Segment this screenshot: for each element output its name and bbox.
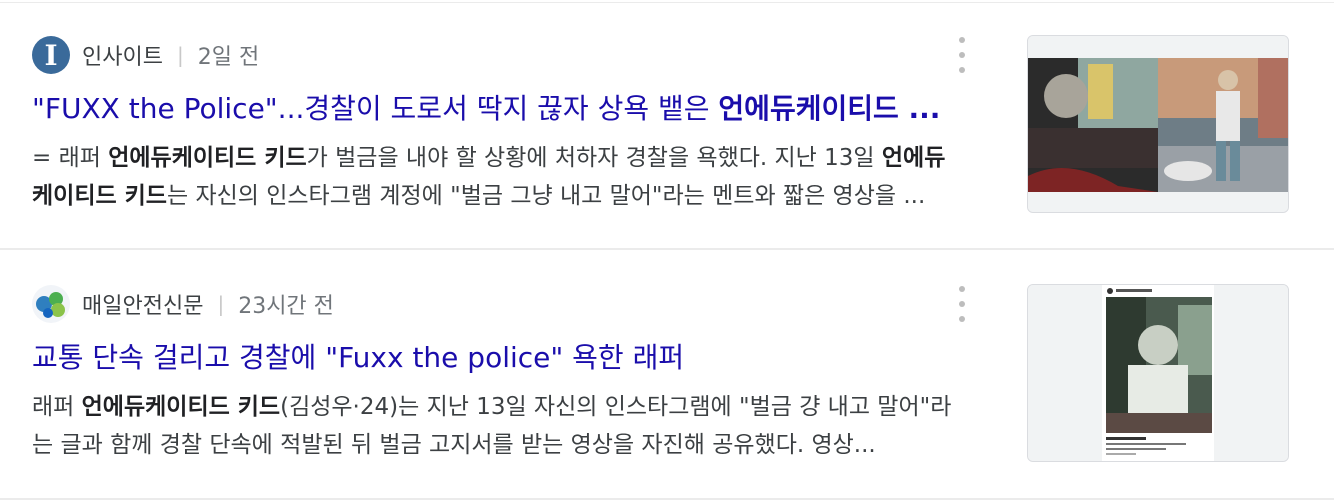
result-thumbnail[interactable] xyxy=(1027,284,1289,462)
snippet-part: = 래퍼 xyxy=(32,145,109,171)
thumbnail-image xyxy=(1028,285,1288,461)
snippet-keyword: 언에듀케이티드 키드 xyxy=(108,145,307,171)
more-options-icon[interactable] xyxy=(952,37,972,73)
timestamp: 23시간 전 xyxy=(238,294,334,319)
source-logo xyxy=(32,285,70,323)
result-thumbnail[interactable] xyxy=(1027,35,1289,213)
thumbnail-image xyxy=(1028,36,1288,212)
result-title-link[interactable]: "FUXX the Police"...경찰이 도로서 딱지 끊자 상욕 뱉은 … xyxy=(32,91,964,127)
snippet-part: 가 벌금을 내야 할 상황에 처하자 경찰을 욕했다. 지난 13일 xyxy=(306,145,882,171)
snippet-part: 는 자신의 인스타그램 계정에 "벌금 그냥 내고 말어"라는 멘트와 짧은 영… xyxy=(166,183,926,209)
news-result[interactable]: 매일안전신문 | 23시간 전 교통 단속 걸리고 경찰에 "Fuxx the … xyxy=(0,252,1334,500)
result-snippet: = 래퍼 언에듀케이티드 키드가 벌금을 내야 할 상황에 처하자 경찰을 욕했… xyxy=(32,139,964,215)
source-name[interactable]: 매일안전신문 xyxy=(82,288,203,320)
separator: | xyxy=(176,43,184,67)
more-options-icon[interactable] xyxy=(952,286,972,322)
result-title-link[interactable]: 교통 단속 걸리고 경찰에 "Fuxx the police" 욕한 래퍼 xyxy=(32,340,964,376)
snippet-keyword: 언에듀케이티드 키드 xyxy=(81,394,281,420)
title-bold-text: 언에듀케이티드 ... xyxy=(718,92,941,125)
source-row: I 인사이트 | 2일 전 xyxy=(32,35,259,75)
source-logo-icon xyxy=(36,292,65,318)
separator: | xyxy=(217,292,225,316)
title-text: "FUXX the Police"...경찰이 도로서 딱지 끊자 상욕 뱉은 xyxy=(32,92,719,125)
title-text: 교통 단속 걸리고 경찰에 "Fuxx the police" 욕한 래퍼 xyxy=(32,341,685,374)
result-snippet: 래퍼 언에듀케이티드 키드(김성우·24)는 지난 13일 자신의 인스타그램에… xyxy=(32,388,964,464)
timestamp: 2일 전 xyxy=(197,45,260,70)
source-name[interactable]: 인사이트 xyxy=(82,39,163,71)
source-row: 매일안전신문 | 23시간 전 xyxy=(32,284,334,324)
snippet-part: 래퍼 xyxy=(32,394,82,420)
news-result[interactable]: I 인사이트 | 2일 전 "FUXX the Police"...경찰이 도로… xyxy=(0,2,1334,250)
source-logo: I xyxy=(32,36,70,74)
